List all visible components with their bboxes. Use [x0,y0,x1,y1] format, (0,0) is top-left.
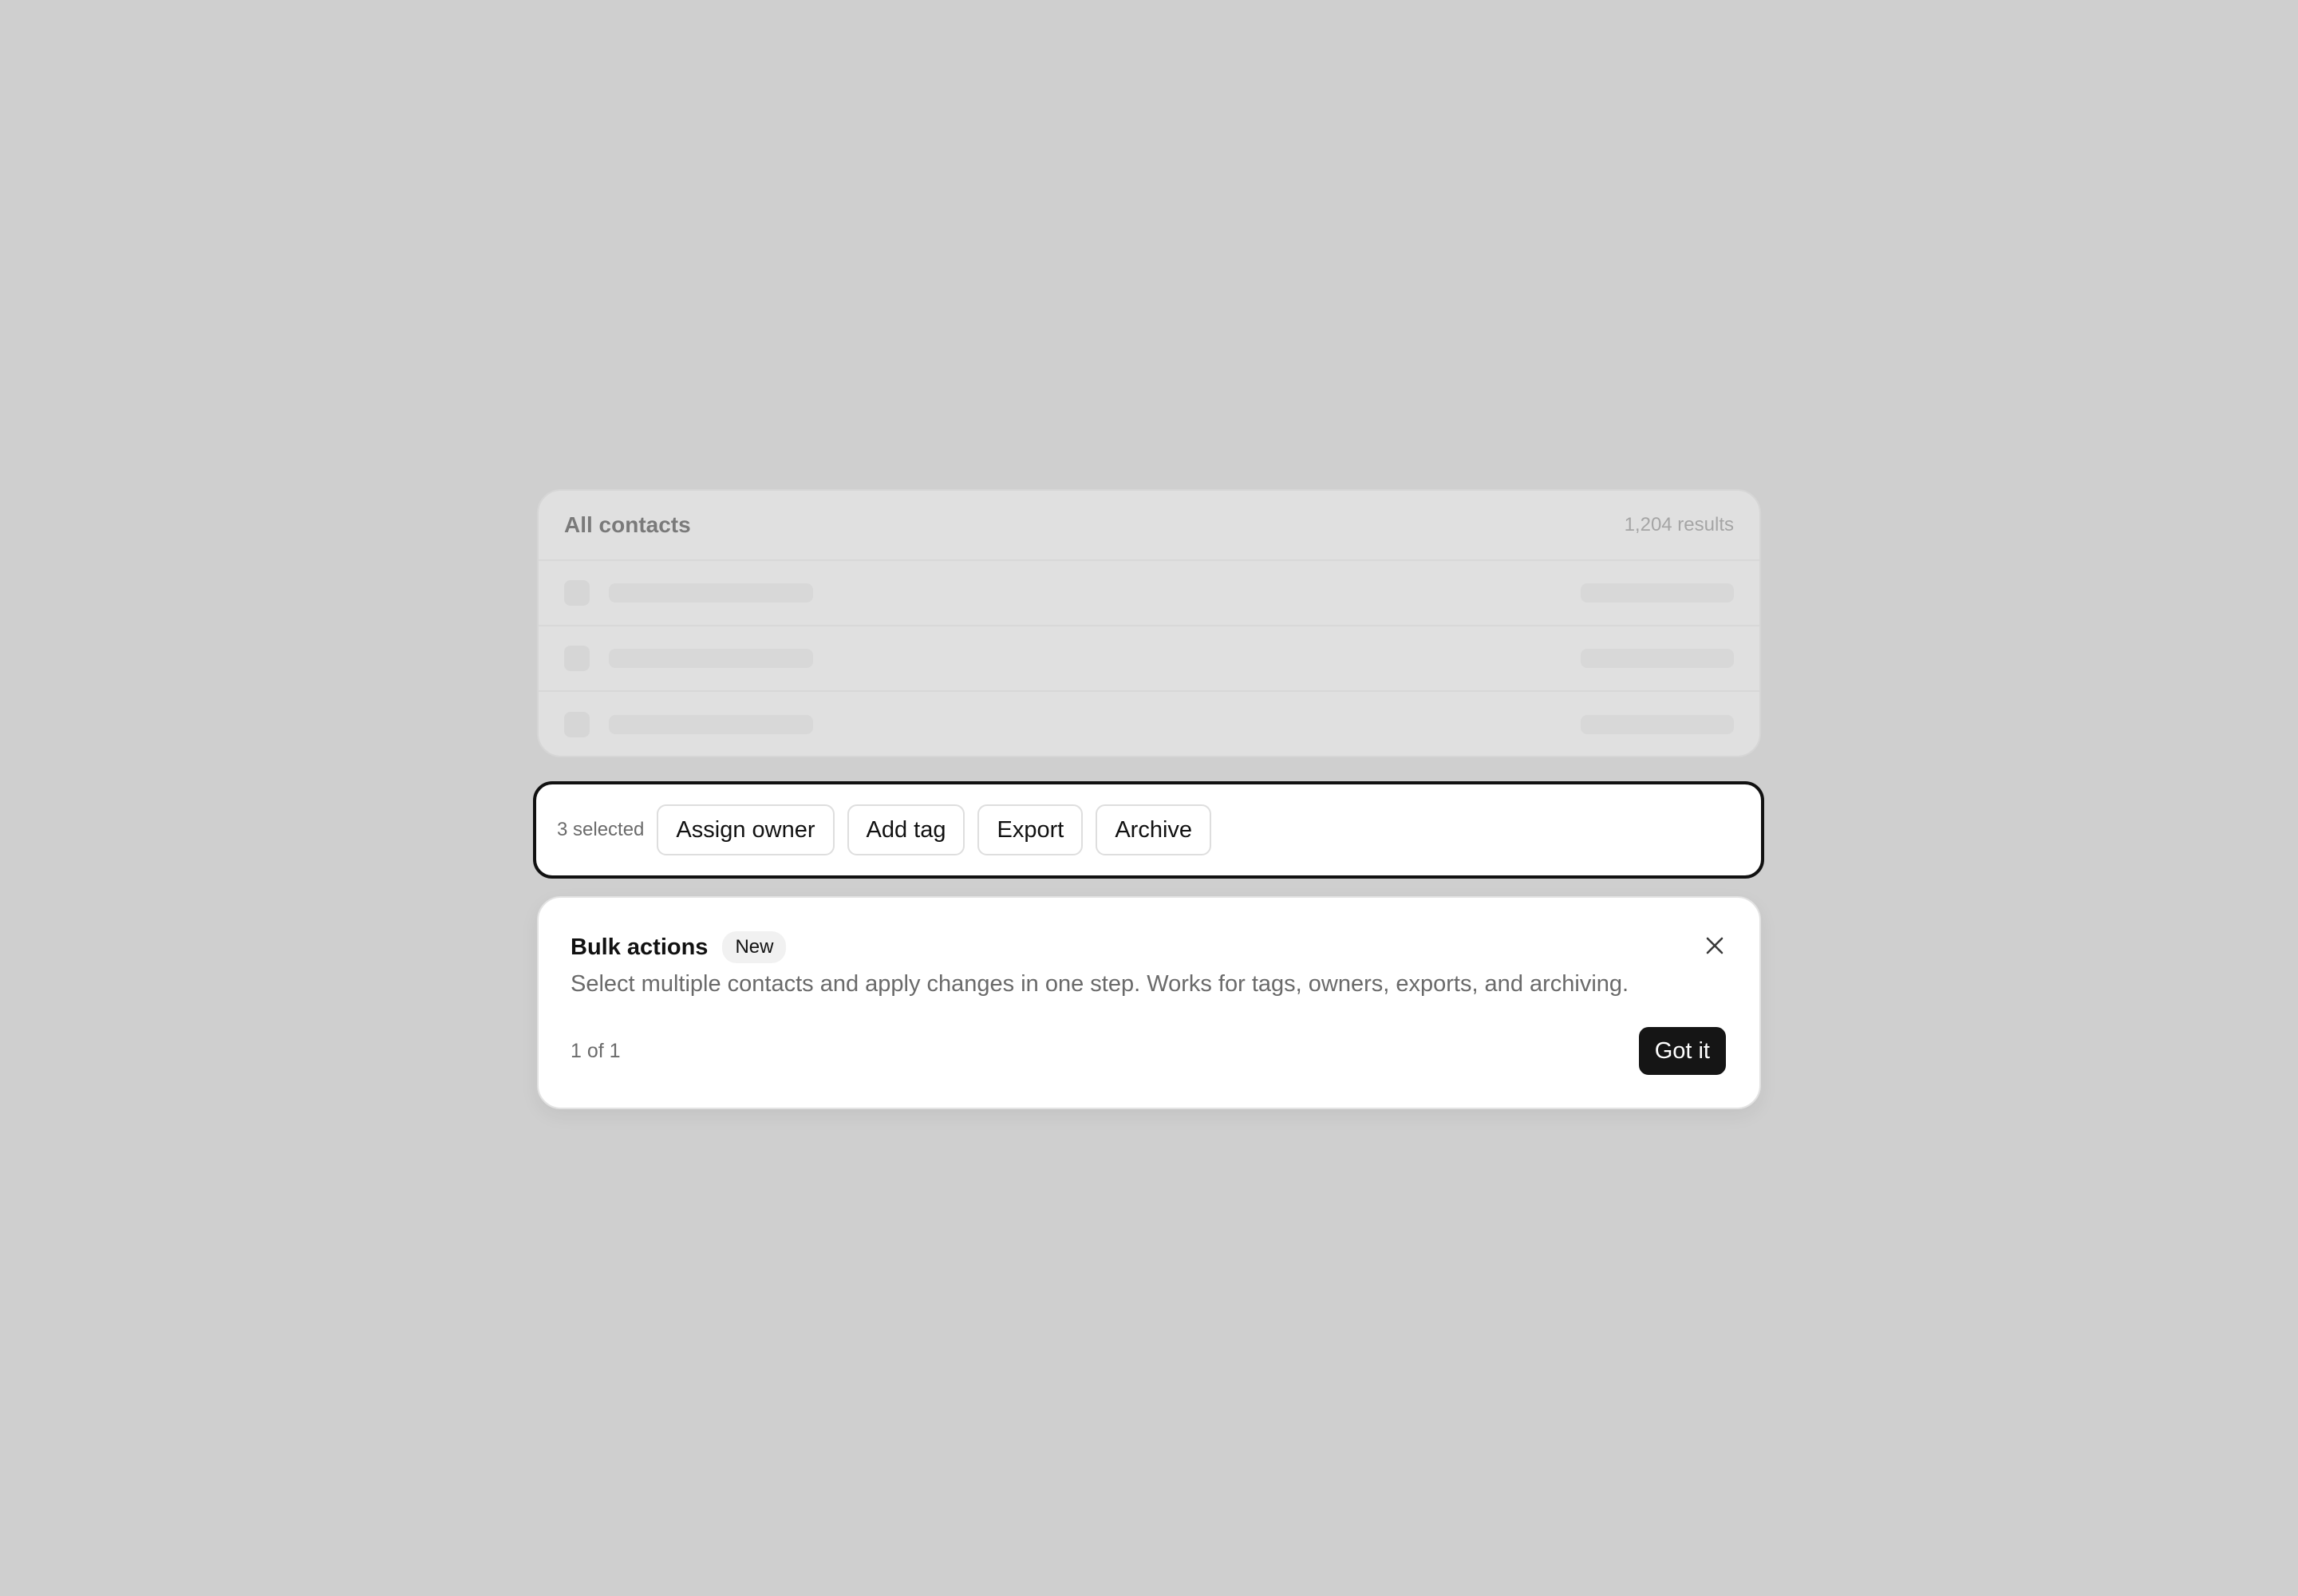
skeleton-text [1581,583,1734,602]
contacts-list-card: All contacts 1,204 results [537,489,1761,757]
skeleton-checkbox [564,712,590,737]
skeleton-text [609,649,813,668]
assign-owner-button[interactable]: Assign owner [657,804,835,855]
export-button[interactable]: Export [977,804,1084,855]
close-icon[interactable] [1702,933,1727,958]
tip-title: Bulk actions [571,934,709,960]
results-count: 1,204 results [1624,514,1734,535]
skeleton-text [609,715,813,734]
contacts-header: All contacts 1,204 results [539,491,1759,561]
skeleton-text [1581,649,1734,668]
skeleton-row [539,692,1759,756]
bulk-action-bar: 3 selected Assign owner Add tag Export A… [533,781,1764,879]
skeleton-checkbox [564,580,590,606]
skeleton-text [609,583,813,602]
tip-description: Select multiple contacts and apply chang… [571,971,1629,997]
close-icon-glyph [1706,937,1724,954]
tip-header: Bulk actions New [571,931,787,963]
skeleton-row [539,561,1759,626]
new-badge: New [722,931,787,963]
selected-count: 3 selected [557,819,645,840]
skeleton-row [539,626,1759,692]
skeleton-checkbox [564,646,590,671]
got-it-button[interactable]: Got it [1638,1027,1726,1075]
contacts-title: All contacts [564,512,691,537]
archive-button[interactable]: Archive [1096,804,1212,855]
feature-tip-card: Bulk actions New Select multiple contact… [537,896,1761,1109]
skeleton-text [1581,715,1734,734]
add-tag-button[interactable]: Add tag [847,804,965,855]
page-backdrop: All contacts 1,204 results 3 selected As… [0,0,2298,1596]
tip-step-indicator: 1 of 1 [571,1040,621,1062]
